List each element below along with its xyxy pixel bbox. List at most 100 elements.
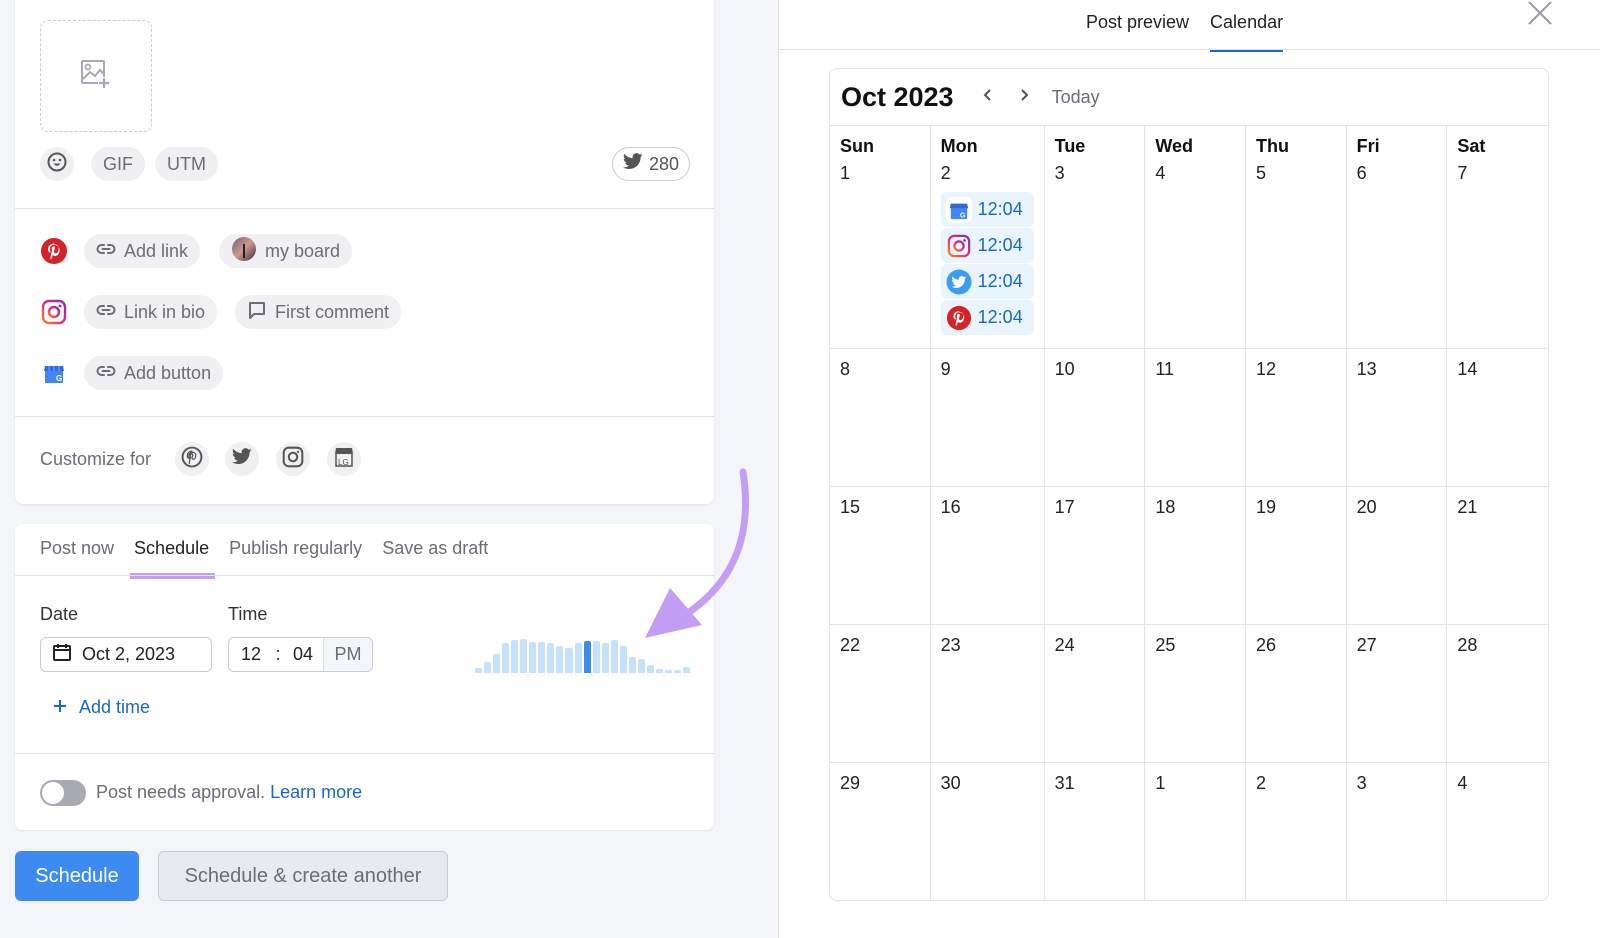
close-button[interactable]	[1525, 0, 1555, 28]
scheduled-post-pinterest[interactable]: 12:04	[940, 300, 1034, 335]
scheduled-post-instagram[interactable]: 12:04	[940, 228, 1034, 263]
calendar-day-cell[interactable]: 30	[931, 763, 1045, 900]
calendar-day-cell[interactable]: 4	[1447, 763, 1548, 900]
tab-schedule[interactable]: Schedule	[130, 538, 216, 579]
customize-instagram-button[interactable]	[276, 442, 310, 476]
calendar-day-cell[interactable]: 18	[1145, 487, 1246, 625]
date-picker-input[interactable]: Oct 2, 2023	[40, 637, 212, 672]
image-add-icon	[80, 59, 112, 94]
tab-post-preview[interactable]: Post preview	[1086, 12, 1189, 49]
calendar-day-cell[interactable]: 23	[930, 625, 1045, 763]
character-counter: 280	[612, 147, 691, 181]
histogram-bar	[683, 667, 691, 673]
customize-google-business-button[interactable]: LG	[327, 442, 361, 476]
customize-twitter-button[interactable]	[225, 442, 259, 476]
scheduled-post-google-business[interactable]: G 12:04	[940, 192, 1034, 227]
day-number: 24	[1054, 635, 1075, 655]
histogram-bar	[502, 643, 510, 673]
calendar-day-cell[interactable]: 17	[1044, 487, 1146, 625]
tab-save-as-draft[interactable]: Save as draft	[382, 538, 488, 573]
tab-calendar[interactable]: Calendar	[1210, 12, 1284, 52]
close-icon	[1525, 1, 1555, 32]
calendar-day-cell[interactable]: 25	[1145, 625, 1246, 763]
calendar-day-cell[interactable]: 24	[1044, 625, 1146, 763]
add-time-button[interactable]: Add time	[53, 697, 150, 718]
calendar-day-cell[interactable]: 29	[830, 763, 931, 900]
pinterest-board-selector[interactable]: my board	[219, 234, 353, 268]
day-number: 15	[840, 497, 861, 517]
calendar-day-cell[interactable]: 22	[830, 625, 931, 763]
post-time: 12:04	[977, 235, 1023, 255]
learn-more-link[interactable]: Learn more	[270, 782, 362, 802]
today-button[interactable]: Today	[1052, 87, 1100, 108]
ampm-toggle[interactable]: PM	[323, 638, 372, 671]
add-button-label: Add button	[124, 362, 212, 383]
tab-post-now[interactable]: Post now	[40, 538, 114, 573]
day-number: 30	[940, 773, 961, 793]
calendar-day-cell[interactable]: 2	[1246, 763, 1347, 900]
media-upload-dropzone[interactable]	[40, 20, 152, 132]
tab-publish-regularly[interactable]: Publish regularly	[229, 538, 362, 573]
calendar-day-cell[interactable]: 12	[1245, 349, 1347, 487]
schedule-and-create-another-button[interactable]: Schedule & create another	[158, 851, 448, 901]
add-link-label: Add link	[124, 240, 189, 261]
instagram-link-in-bio-button[interactable]: Link in bio	[84, 295, 218, 329]
instagram-first-comment-button[interactable]: First comment	[235, 295, 402, 329]
utm-button[interactable]: UTM	[155, 147, 218, 181]
calendar-day-cell[interactable]: 26	[1245, 625, 1347, 763]
calendar-day-cell[interactable]: 20	[1346, 487, 1448, 625]
prev-month-button[interactable]	[974, 83, 1002, 111]
first-comment-label: First comment	[275, 301, 390, 322]
time-picker-input[interactable]: 12 : 04 PM	[228, 637, 373, 672]
calendar-day-cell[interactable]: 14	[1447, 349, 1548, 487]
day-number: 7	[1457, 163, 1468, 183]
post-time: 12:04	[977, 199, 1023, 219]
approval-toggle[interactable]	[40, 780, 86, 806]
calendar-day-cell[interactable]: 11	[1145, 349, 1246, 487]
emoji-button[interactable]	[40, 147, 74, 181]
calendar-day-cell[interactable]: Thu 5	[1245, 126, 1347, 349]
time-hour-field[interactable]: 12	[229, 644, 273, 665]
histogram-bar	[574, 643, 582, 673]
gif-button[interactable]: GIF	[91, 147, 145, 181]
calendar-icon	[52, 642, 72, 667]
publish-options-card: Post now Schedule Publish regularly Save…	[15, 524, 714, 830]
calendar-day-cell[interactable]: 10	[1044, 349, 1146, 487]
date-label: Date	[40, 604, 79, 624]
calendar-day-cell[interactable]: Wed 4	[1145, 126, 1246, 349]
calendar-day-cell[interactable]: 8	[830, 349, 931, 487]
board-name: my board	[265, 240, 341, 261]
time-minute-field[interactable]: 04	[283, 644, 323, 665]
link-icon	[96, 361, 116, 386]
calendar-day-cell[interactable]: Sat 7	[1447, 126, 1548, 349]
calendar-day-cell[interactable]: 1	[1145, 763, 1246, 900]
day-number: 26	[1255, 635, 1277, 655]
calendar-day-cell[interactable]: Mon 2 G 12:04 12:04 12:04 12:04	[930, 126, 1045, 349]
calendar-day-cell[interactable]: 3	[1347, 763, 1448, 900]
calendar-day-cell[interactable]: Fri 6	[1346, 126, 1448, 349]
calendar-day-cell[interactable]: Sun 1	[830, 126, 931, 349]
next-month-button[interactable]	[1010, 83, 1038, 111]
calendar-day-cell[interactable]: 9	[930, 349, 1045, 487]
pinterest-add-link-button[interactable]: Add link	[84, 234, 201, 268]
board-avatar	[231, 236, 257, 267]
calendar-day-cell[interactable]: 21	[1447, 487, 1548, 625]
histogram-bar	[619, 646, 627, 673]
histogram-bar	[592, 641, 600, 673]
calendar-day-cell[interactable]: 13	[1346, 349, 1448, 487]
calendar-day-cell[interactable]: Tue 3	[1044, 126, 1146, 349]
histogram-bar	[475, 668, 483, 673]
calendar-day-cell[interactable]: 19	[1245, 487, 1347, 625]
calendar-day-cell[interactable]: 27	[1346, 625, 1448, 763]
calendar-day-cell[interactable]: 28	[1447, 625, 1548, 763]
day-number: 18	[1155, 497, 1176, 517]
schedule-button[interactable]: Schedule	[15, 851, 139, 901]
instagram-icon	[946, 233, 972, 259]
calendar-day-cell[interactable]: 16	[930, 487, 1045, 625]
calendar-day-cell[interactable]: 31	[1045, 763, 1146, 900]
google-business-add-button[interactable]: Add button	[84, 356, 224, 390]
customize-pinterest-button[interactable]	[175, 442, 209, 476]
preview-panel: Post preview Calendar Oct 2023 Today Sun…	[778, 0, 1600, 938]
calendar-day-cell[interactable]: 15	[830, 487, 931, 625]
scheduled-post-twitter[interactable]: 12:04	[940, 264, 1034, 299]
